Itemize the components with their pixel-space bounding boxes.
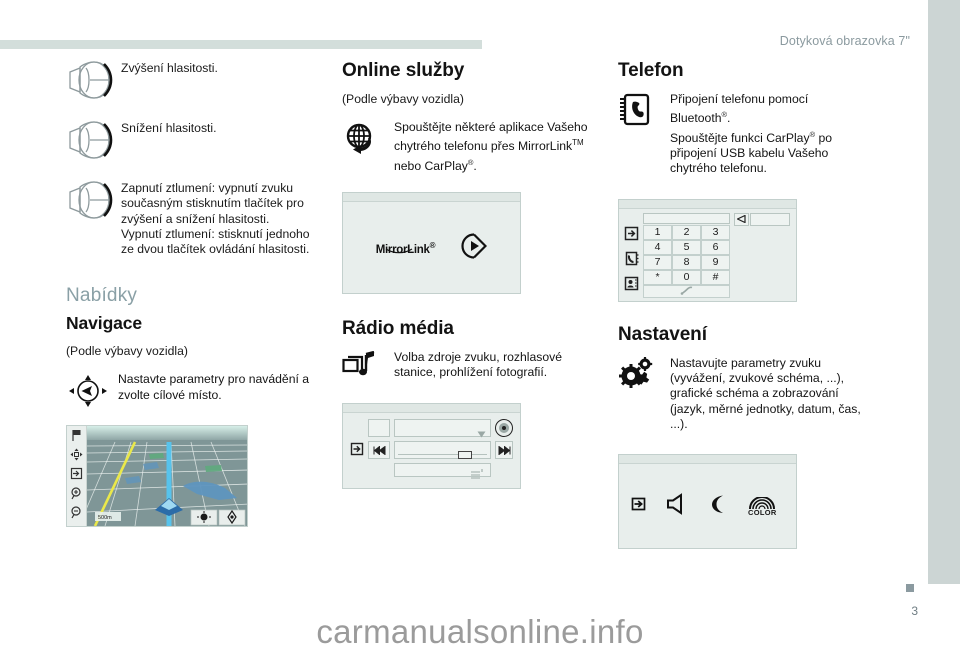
mirrorlink-screen[interactable]: MirrorLink®	[342, 192, 521, 295]
keypad-key[interactable]: *	[643, 269, 672, 285]
online-services-text: Spouštějte některé aplikace Vašeho chytr…	[394, 120, 588, 173]
right-edge-band	[928, 0, 960, 584]
color-rainbow-icon[interactable]: COLOR	[748, 496, 777, 517]
navigation-heading: Navigace	[66, 313, 143, 334]
keypad-key[interactable]: 6	[701, 239, 730, 255]
carplay-circle-icon[interactable]	[461, 232, 488, 264]
map-side-toolbar[interactable]	[67, 426, 87, 527]
station-list-field[interactable]	[394, 419, 491, 438]
navigation-subnote: (Podle výbavy vozidla)	[66, 344, 188, 359]
contacts-icon[interactable]	[624, 276, 639, 296]
radio-media-heading: Rádio média	[342, 318, 454, 340]
next-track-icon[interactable]	[495, 441, 513, 460]
screen-titlebar	[343, 404, 520, 414]
footer-marker	[906, 584, 914, 592]
speaker-icon[interactable]	[666, 493, 688, 520]
radio-media-screen[interactable]	[342, 403, 521, 490]
volume-knob-icon	[66, 180, 121, 225]
call-button[interactable]	[643, 282, 730, 300]
column-left: Zvýšení hlasitosti. Snížení hlasitosti.	[66, 60, 316, 528]
online-services-subnote: (Podle výbavy vozidla)	[342, 92, 464, 106]
zoom-in-icon[interactable]	[70, 487, 83, 505]
menu-exit-icon[interactable]	[350, 442, 364, 461]
zoom-out-icon[interactable]	[70, 506, 83, 524]
phone-heading: Telefon	[618, 60, 684, 81]
mute-text: Zapnutí ztlumení: vypnutí zvuku současný…	[121, 181, 310, 257]
caller-field[interactable]	[750, 212, 790, 226]
mute-item: Zapnutí ztlumení: vypnutí zvuku současný…	[66, 180, 316, 257]
phone-book-icon	[618, 92, 670, 127]
navigation-map-screen[interactable]: 500m	[66, 425, 248, 528]
menu-exit-icon[interactable]	[631, 496, 647, 517]
keypad-key[interactable]: 8	[672, 254, 701, 270]
backspace-icon[interactable]	[734, 212, 749, 226]
phone-keypad-screen[interactable]: 1 2 3 4 5 6 7 8 9 * 0 #	[618, 198, 797, 302]
volume-up-text: Zvýšení hlasitosti.	[121, 61, 218, 75]
radio-media-item: Volba zdroje zvuku, rozhlasové stanice, …	[342, 350, 592, 381]
mirrorlink-logo[interactable]: MirrorLink®	[376, 241, 436, 256]
equalizer-icon	[471, 466, 484, 484]
volume-up-item: Zvýšení hlasitosti.	[66, 60, 316, 105]
settings-heading: Nastavení	[618, 323, 707, 345]
radio-media-text: Volba zdroje zvuku, rozhlasové stanice, …	[394, 350, 563, 380]
column-right: Telefon Připojení telefonu pomocí Blueto…	[618, 60, 868, 550]
globe-refresh-icon	[342, 120, 394, 157]
navigation-description-text: Nastavte parametry pro navádění a zvolte…	[118, 372, 310, 402]
pan-icon[interactable]	[70, 448, 83, 466]
call-log-icon[interactable]	[624, 251, 639, 271]
keypad-key[interactable]: 1	[643, 224, 672, 240]
keypad-key[interactable]: 2	[672, 224, 701, 240]
map-canvas[interactable]: 500m	[87, 426, 247, 527]
gears-icon	[618, 356, 670, 389]
color-label: COLOR	[748, 507, 777, 517]
menu-exit-icon[interactable]	[70, 467, 83, 485]
phone-item: Připojení telefonu pomocí Bluetooth®. Sp…	[618, 92, 868, 177]
menu-exit-icon[interactable]	[624, 226, 639, 246]
settings-text: Nastavujte parametry zvuku (vyvážení, zv…	[670, 355, 861, 431]
column-middle: Online služby (Podle výbavy vozidla) Spo…	[342, 60, 592, 490]
moon-icon[interactable]	[707, 493, 729, 520]
volume-knob-icon	[66, 60, 121, 105]
keypad-key[interactable]: 5	[672, 239, 701, 255]
keypad-key[interactable]: 9	[701, 254, 730, 270]
screen-titlebar	[619, 455, 796, 465]
phone-text: Připojení telefonu pomocí Bluetooth®. Sp…	[670, 92, 833, 176]
screen-titlebar	[619, 199, 796, 209]
site-watermark: carmanualsonline.info	[316, 613, 644, 650]
progress-slider[interactable]	[394, 441, 491, 460]
handset-icon	[680, 282, 694, 300]
keypad-grid[interactable]: 1 2 3 4 5 6 7 8 9 * 0 #	[643, 224, 730, 285]
volume-knob-icon	[66, 120, 121, 165]
svg-text:500m: 500m	[98, 515, 112, 521]
manual-page: Dotyková obrazovka 7" Zvýšení hlasitosti…	[0, 0, 960, 650]
keypad-key[interactable]: 4	[643, 239, 672, 255]
settings-item: Nastavujte parametry zvuku (vyvážení, zv…	[618, 356, 868, 432]
volume-down-text: Snížení hlasitosti.	[121, 121, 217, 135]
keypad-key[interactable]: #	[701, 269, 730, 285]
header-rule	[0, 40, 482, 49]
menus-heading: Nabídky	[66, 285, 138, 307]
dialed-number-field[interactable]	[643, 212, 730, 224]
keypad-key[interactable]: 7	[643, 254, 672, 270]
settings-screen[interactable]: COLOR	[618, 454, 797, 550]
volume-down-item: Snížení hlasitosti.	[66, 120, 316, 165]
flag-icon[interactable]	[70, 429, 83, 447]
navigation-compass-icon	[66, 372, 118, 409]
previous-track-icon[interactable]	[368, 441, 390, 460]
navigation-description-item: Nastavte parametry pro navádění a zvolte…	[66, 372, 316, 409]
media-photo-note-icon	[342, 350, 394, 381]
page-header-title: Dotyková obrazovka 7"	[779, 34, 910, 48]
keypad-key[interactable]: 3	[701, 224, 730, 240]
source-button[interactable]	[368, 419, 390, 438]
online-services-heading: Online služby	[342, 60, 465, 81]
source-dial-icon[interactable]	[495, 419, 513, 438]
online-services-item: Spouštějte některé aplikace Vašeho chytr…	[342, 120, 592, 174]
equalizer-panel[interactable]	[394, 463, 491, 479]
screen-titlebar	[343, 193, 520, 203]
